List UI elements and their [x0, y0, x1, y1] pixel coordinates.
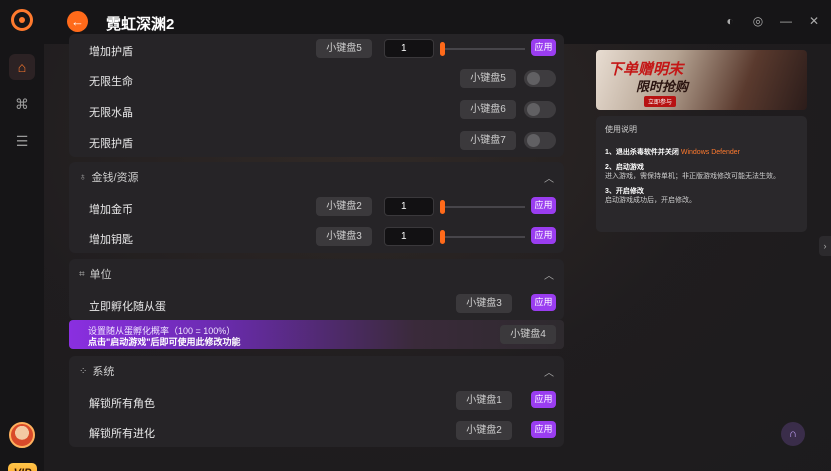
hotkey-button[interactable]: 小键盘6 [460, 100, 516, 119]
value-slider[interactable] [440, 230, 525, 244]
promo-banner[interactable]: 下单赠明末 限时抢购 立即参与 [596, 50, 807, 110]
section-header[interactable]: ♁ 金钱/资源 ︿ [69, 162, 564, 192]
apply-button[interactable]: 应用 [531, 391, 556, 408]
apply-button[interactable]: 应用 [531, 421, 556, 438]
game-title: 霓虹深渊2 [106, 16, 175, 33]
list-item: 增加金币 小键盘2 1 应用 [69, 192, 564, 223]
chevron-up-icon[interactable]: ︿ [544, 170, 554, 185]
cheat-name: 无限生命 [89, 76, 133, 88]
minimize-icon[interactable]: — [779, 14, 793, 28]
cheat-name: 增加金币 [89, 204, 133, 216]
settings-icon[interactable]: ◐ [723, 14, 737, 28]
toggle-switch[interactable] [524, 132, 556, 149]
promo-subtitle: 限时抢购 [636, 79, 689, 94]
step-1: 1、退出杀毒软件并关闭 Windows Defender [605, 148, 798, 157]
list-item: 立即孵化随从蛋 小键盘3 应用 [69, 289, 564, 320]
value-input[interactable]: 1 [384, 197, 434, 216]
vip-badge[interactable]: VIP [8, 463, 37, 471]
slider-knob[interactable] [440, 230, 445, 244]
apply-button[interactable]: 应用 [531, 197, 556, 214]
list-item: 增加护盾 小键盘5 1 应用 [69, 34, 564, 65]
step-3-title: 3、开启修改 [605, 188, 644, 195]
chevron-up-icon[interactable]: ︿ [544, 267, 554, 282]
cheat-name: 立即孵化随从蛋 [89, 301, 166, 313]
instructions-heading: 使用说明 [605, 125, 637, 134]
apply-button[interactable]: 应用 [531, 39, 556, 56]
list-item: 解锁所有角色 小键盘1 应用 [69, 386, 564, 417]
toggle-switch[interactable] [524, 70, 556, 87]
hotkey-button[interactable]: 小键盘2 [316, 197, 372, 216]
hotkey-button[interactable]: 小键盘4 [500, 325, 556, 344]
value-slider[interactable] [440, 42, 525, 56]
locked-feature-banner: 设置随从蛋孵化概率（100 = 100%） 点击"启动游戏"后即可使用此修改功能… [69, 320, 564, 349]
home-icon[interactable]: ⌂ [9, 54, 35, 80]
refresh-icon[interactable]: ◎ [751, 14, 765, 28]
toggle-switch[interactable] [524, 101, 556, 118]
panel-unit: ⌗ 单位 ︿ 立即孵化随从蛋 小键盘3 应用 [69, 259, 564, 320]
apply-button[interactable]: 应用 [531, 227, 556, 244]
main-content: 增加护盾 小键盘5 1 应用 无限生命 小键盘5 无限水晶 小键盘6 无限护盾 … [44, 34, 831, 471]
apply-button[interactable]: 应用 [531, 294, 556, 311]
list-item: 无限护盾 小键盘7 [69, 126, 564, 157]
panel-cheats: 增加护盾 小键盘5 1 应用 无限生命 小键盘5 无限水晶 小键盘6 无限护盾 … [69, 34, 564, 157]
back-button[interactable]: ← [67, 11, 88, 32]
section-header[interactable]: ⌗ 单位 ︿ [69, 259, 564, 289]
panel-system: ⁘ 系统 ︿ 解锁所有角色 小键盘1 应用 解锁所有进化 小键盘2 应用 [69, 356, 564, 447]
box-icon[interactable]: ☰ [9, 128, 35, 154]
value-slider[interactable] [440, 200, 525, 214]
gamepad-icon[interactable]: ⌘ [9, 91, 35, 117]
money-icon: ♁ [79, 171, 87, 183]
banner-notice: 点击"启动游戏"后即可使用此修改功能 [88, 337, 241, 347]
chevron-up-icon[interactable]: ︿ [544, 364, 554, 379]
hotkey-button[interactable]: 小键盘2 [456, 421, 512, 440]
list-item: 无限水晶 小键盘6 [69, 95, 564, 126]
unit-icon: ⌗ [79, 268, 85, 280]
app-logo-icon [11, 9, 33, 31]
close-icon[interactable]: ✕ [807, 14, 821, 28]
hotkey-button[interactable]: 小键盘5 [460, 69, 516, 88]
system-icon: ⁘ [79, 365, 88, 377]
value-input[interactable]: 1 [384, 227, 434, 246]
cheat-name: 解锁所有角色 [89, 398, 155, 410]
hotkey-button[interactable]: 小键盘7 [460, 131, 516, 150]
hotkey-button[interactable]: 小键盘5 [316, 39, 372, 58]
section-header[interactable]: ⁘ 系统 ︿ [69, 356, 564, 386]
step-3-desc: 启动游戏成功后，开启修改。 [605, 197, 696, 204]
hotkey-button[interactable]: 小键盘3 [316, 227, 372, 246]
instructions-card: 使用说明 1、退出杀毒软件并关闭 Windows Defender 2、启动游戏… [596, 116, 807, 232]
cheat-name: 解锁所有进化 [89, 428, 155, 440]
hotkey-button[interactable]: 小键盘3 [456, 294, 512, 313]
section-title: 金钱/资源 [91, 172, 139, 184]
avatar[interactable] [9, 422, 35, 448]
step-1-title: 1、退出杀毒软件并关闭 [605, 149, 679, 156]
headset-icon[interactable]: ∩ [781, 422, 805, 446]
panel-money: ♁ 金钱/资源 ︿ 增加金币 小键盘2 1 应用 增加钥匙 小键盘3 1 应用 [69, 162, 564, 253]
list-item: 无限生命 小键盘5 [69, 64, 564, 95]
cheat-name: 无限水晶 [89, 107, 133, 119]
promo-cta[interactable]: 立即参与 [644, 96, 677, 107]
step-2-desc: 进入游戏，需保持单机；非正版游戏修改可能无法生效。 [605, 173, 780, 180]
list-item: 解锁所有进化 小键盘2 应用 [69, 416, 564, 447]
section-title: 系统 [92, 366, 115, 378]
window-controls: ◐ ◎ — ✕ [723, 14, 821, 28]
slider-knob[interactable] [440, 42, 445, 56]
value-input[interactable]: 1 [384, 39, 434, 58]
slider-knob[interactable] [440, 200, 445, 214]
list-item: 增加钥匙 小键盘3 1 应用 [69, 222, 564, 253]
cheat-name: 无限护盾 [89, 138, 133, 150]
cheat-name: 增加护盾 [89, 46, 133, 58]
step-2-title: 2、启动游戏 [605, 164, 644, 171]
section-title: 单位 [89, 269, 112, 281]
hotkey-button[interactable]: 小键盘1 [456, 391, 512, 410]
defender-link: Windows Defender [680, 149, 740, 156]
sidebar: ⌂ ⌘ ☰ VIP [0, 44, 44, 471]
cheat-name: 增加钥匙 [89, 234, 133, 246]
expand-panel-button[interactable]: › [819, 236, 831, 256]
